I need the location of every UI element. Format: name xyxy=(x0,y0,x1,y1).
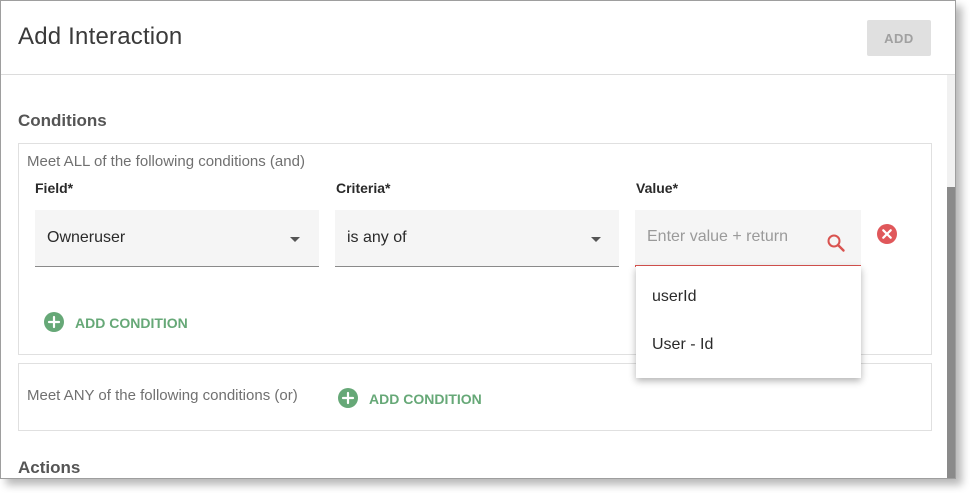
plus-circle-icon xyxy=(44,312,64,332)
add-button[interactable]: ADD xyxy=(867,20,931,56)
suggestion-item[interactable]: userId xyxy=(652,288,696,306)
criteria-label: Criteria* xyxy=(336,180,391,196)
criteria-select-value: is any of xyxy=(347,229,407,246)
add-condition-all-button[interactable]: ADD CONDITION xyxy=(44,312,194,334)
value-input-wrapper xyxy=(635,210,861,267)
search-icon[interactable] xyxy=(826,233,846,253)
plus-circle-icon xyxy=(338,388,358,408)
field-select-value: Owneruser xyxy=(47,229,126,246)
caret-down-icon xyxy=(591,237,601,242)
suggestion-item[interactable]: User - Id xyxy=(652,336,713,354)
value-label: Value* xyxy=(636,180,679,196)
field-label: Field* xyxy=(35,180,74,196)
remove-circle-icon[interactable] xyxy=(877,224,897,244)
criteria-select[interactable]: is any of xyxy=(335,210,619,267)
conditions-section-title: Conditions xyxy=(18,111,107,130)
actions-section-title: Actions xyxy=(18,458,81,477)
add-condition-label: ADD CONDITION xyxy=(369,391,482,407)
any-conditions-label: Meet ANY of the following conditions (or… xyxy=(27,387,298,404)
value-suggestions-menu: userId User - Id xyxy=(636,266,861,378)
value-input[interactable] xyxy=(647,226,817,248)
add-condition-any-button[interactable]: ADD CONDITION xyxy=(338,388,488,410)
caret-down-icon xyxy=(290,237,300,242)
add-interaction-dialog: Add Interaction ADD Conditions Meet ALL … xyxy=(0,0,956,479)
dialog-title: Add Interaction xyxy=(18,23,183,50)
scrollbar-thumb[interactable] xyxy=(947,187,955,478)
scrollbar-track[interactable] xyxy=(947,75,955,478)
all-conditions-label: Meet ALL of the following conditions (an… xyxy=(27,153,305,170)
dialog-header: Add Interaction ADD xyxy=(1,1,955,75)
field-select[interactable]: Owneruser xyxy=(35,210,319,267)
add-condition-label: ADD CONDITION xyxy=(75,315,188,331)
